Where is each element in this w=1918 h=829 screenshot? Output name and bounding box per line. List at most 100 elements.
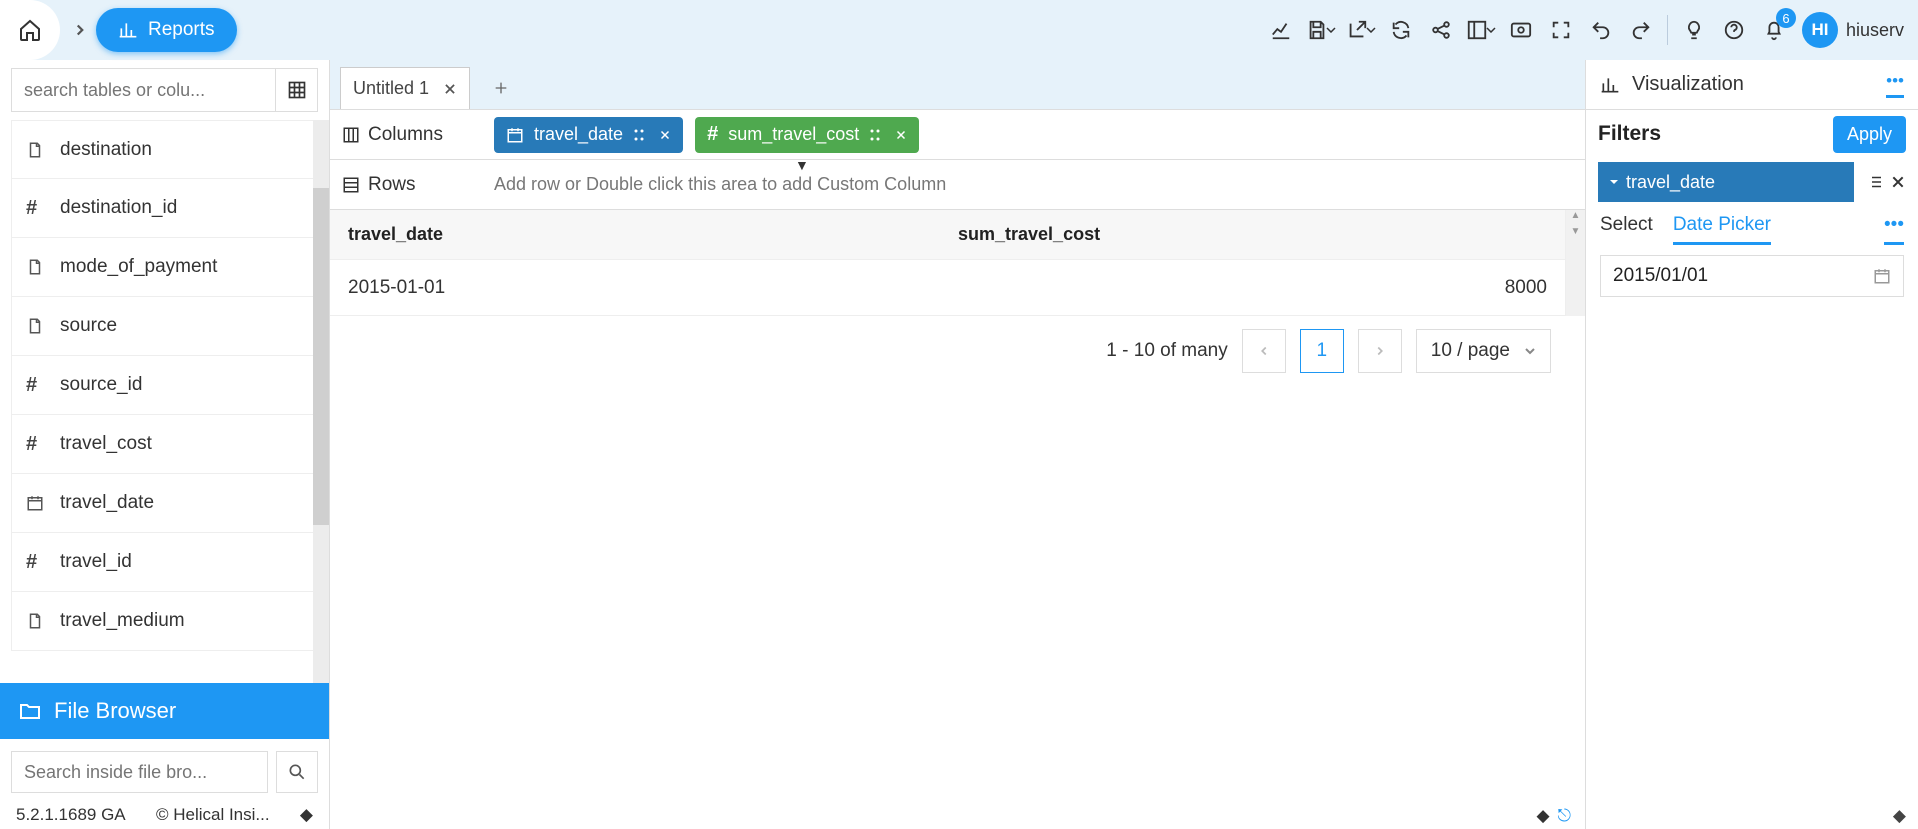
share-button[interactable] (1421, 10, 1461, 50)
new-tab-button[interactable] (486, 73, 516, 103)
apply-button[interactable]: Apply (1833, 116, 1906, 153)
preview-button[interactable] (1501, 10, 1541, 50)
field-search-input[interactable] (12, 69, 275, 111)
tag-icon: ◆ (1536, 806, 1549, 826)
field-item-mode_of_payment[interactable]: mode_of_payment (11, 238, 318, 297)
chart-type-button[interactable] (1261, 10, 1301, 50)
plus-icon (493, 80, 509, 96)
result-scrollbar[interactable]: ▲ ▼ (1565, 210, 1585, 316)
remove-chip-button[interactable] (659, 129, 671, 141)
breadcrumb-label: Reports (148, 19, 215, 41)
per-page-select[interactable]: 10 / page (1416, 329, 1551, 373)
export-button[interactable] (1341, 10, 1381, 50)
hash-icon: # (26, 433, 48, 456)
file-browser-header[interactable]: File Browser (0, 683, 329, 739)
filter-chip-travel-date[interactable]: travel_date (1598, 162, 1854, 202)
remove-filter-button[interactable] (1890, 174, 1906, 190)
close-icon (1890, 174, 1906, 190)
undo-button[interactable] (1581, 10, 1621, 50)
avatar[interactable]: HI (1802, 12, 1838, 48)
prev-page-button[interactable] (1242, 329, 1286, 373)
toolbar-separator (1667, 15, 1668, 45)
grip-icon (633, 128, 645, 142)
notifications-button[interactable]: 6 (1754, 10, 1794, 50)
calendar-icon (1873, 267, 1891, 285)
grid-icon (287, 80, 307, 100)
visualization-header: Visualization ••• (1586, 60, 1918, 110)
next-page-button[interactable] (1358, 329, 1402, 373)
save-button[interactable] (1301, 10, 1341, 50)
top-bar: Reports 6 HI hiuserv (0, 0, 1918, 60)
close-icon (443, 82, 457, 96)
file-browser-label: File Browser (54, 698, 176, 724)
home-icon (18, 18, 42, 42)
filter-chip-label: travel_date (1626, 172, 1715, 193)
column-chip-travel_date[interactable]: travel_date (494, 117, 683, 153)
tag-icon: ◆ (1893, 806, 1906, 826)
fullscreen-button[interactable] (1541, 10, 1581, 50)
column-chip-sum_travel_cost[interactable]: # sum_travel_cost (695, 117, 919, 153)
hash-icon: # (707, 123, 718, 146)
date-value: 2015/01/01 (1613, 265, 1708, 287)
mode-select-tab[interactable]: Select (1600, 214, 1653, 245)
help-button[interactable] (1714, 10, 1754, 50)
rows-placeholder: Add row or Double click this area to add… (480, 174, 1585, 195)
redo-button[interactable] (1621, 10, 1661, 50)
copyright-label: © Helical Insi... (156, 805, 270, 825)
viz-more-button[interactable]: ••• (1886, 71, 1904, 98)
pagination: 1 - 10 of many 1 10 / page (330, 316, 1585, 386)
field-item-travel_id[interactable]: #travel_id (11, 533, 318, 592)
calendar-icon (26, 494, 48, 512)
mode-datepicker-tab[interactable]: Date Picker (1673, 214, 1771, 245)
version-row: 5.2.1.1689 GA © Helical Insi... ◆ (0, 805, 329, 829)
notification-badge: 6 (1776, 8, 1796, 28)
layout-button[interactable] (1461, 10, 1501, 50)
remove-chip-button[interactable] (895, 129, 907, 141)
reports-breadcrumb[interactable]: Reports (96, 8, 237, 52)
hash-icon: # (26, 197, 48, 220)
chevron-down-icon (1524, 347, 1536, 355)
field-item-source[interactable]: source (11, 297, 318, 356)
toolbar: 6 HI hiuserv (1261, 10, 1918, 50)
chip-label: sum_travel_cost (728, 124, 859, 145)
export-icon (1346, 19, 1368, 41)
page-1-button[interactable]: 1 (1300, 329, 1344, 373)
field-item-destination_id[interactable]: #destination_id (11, 179, 318, 238)
filter-more-button[interactable]: ••• (1884, 214, 1904, 245)
field-list[interactable]: destination#destination_idmode_of_paymen… (0, 120, 329, 683)
refresh-icon (1390, 19, 1412, 41)
main-area: Untitled 1 Columns travel_date#sum_trave… (330, 60, 1586, 829)
field-item-travel_cost[interactable]: # travel_cost (11, 415, 318, 474)
doc-icon (26, 317, 48, 335)
scrollbar[interactable] (313, 120, 329, 683)
grip-icon (869, 128, 881, 142)
sidebar: destination#destination_idmode_of_paymen… (0, 60, 330, 829)
field-label: source_id (60, 374, 142, 396)
pin-icon[interactable]: ⎋ (1558, 806, 1571, 826)
undo-icon (1590, 19, 1612, 41)
doc-icon (26, 141, 48, 159)
date-input[interactable]: 2015/01/01 (1600, 255, 1904, 297)
field-label: travel_cost (60, 433, 152, 455)
table-view-button[interactable] (275, 69, 317, 111)
line-chart-icon (1270, 19, 1292, 41)
hint-button[interactable] (1674, 10, 1714, 50)
field-item-source_id[interactable]: #source_id (11, 356, 318, 415)
rows-shelf[interactable]: ▼ Rows Add row or Double click this area… (330, 160, 1585, 210)
result-row[interactable]: 2015-01-01 8000 (330, 260, 1565, 316)
columns-shelf[interactable]: Columns travel_date#sum_travel_cost (330, 110, 1585, 160)
field-item-travel_date[interactable]: travel_date (11, 474, 318, 533)
report-tab[interactable]: Untitled 1 (340, 67, 470, 109)
columns-icon (342, 126, 360, 144)
close-tab-button[interactable] (443, 82, 457, 96)
tag-icon: ◆ (300, 805, 313, 825)
file-search-input[interactable] (11, 751, 268, 793)
chevron-right-icon (1373, 344, 1387, 358)
field-item-travel_medium[interactable]: travel_medium (11, 592, 318, 651)
home-button[interactable] (0, 0, 60, 60)
refresh-button[interactable] (1381, 10, 1421, 50)
field-item-destination[interactable]: destination (11, 120, 318, 179)
visualization-label: Visualization (1632, 73, 1744, 96)
list-view-button[interactable] (1866, 173, 1884, 191)
file-search-button[interactable] (276, 751, 318, 793)
